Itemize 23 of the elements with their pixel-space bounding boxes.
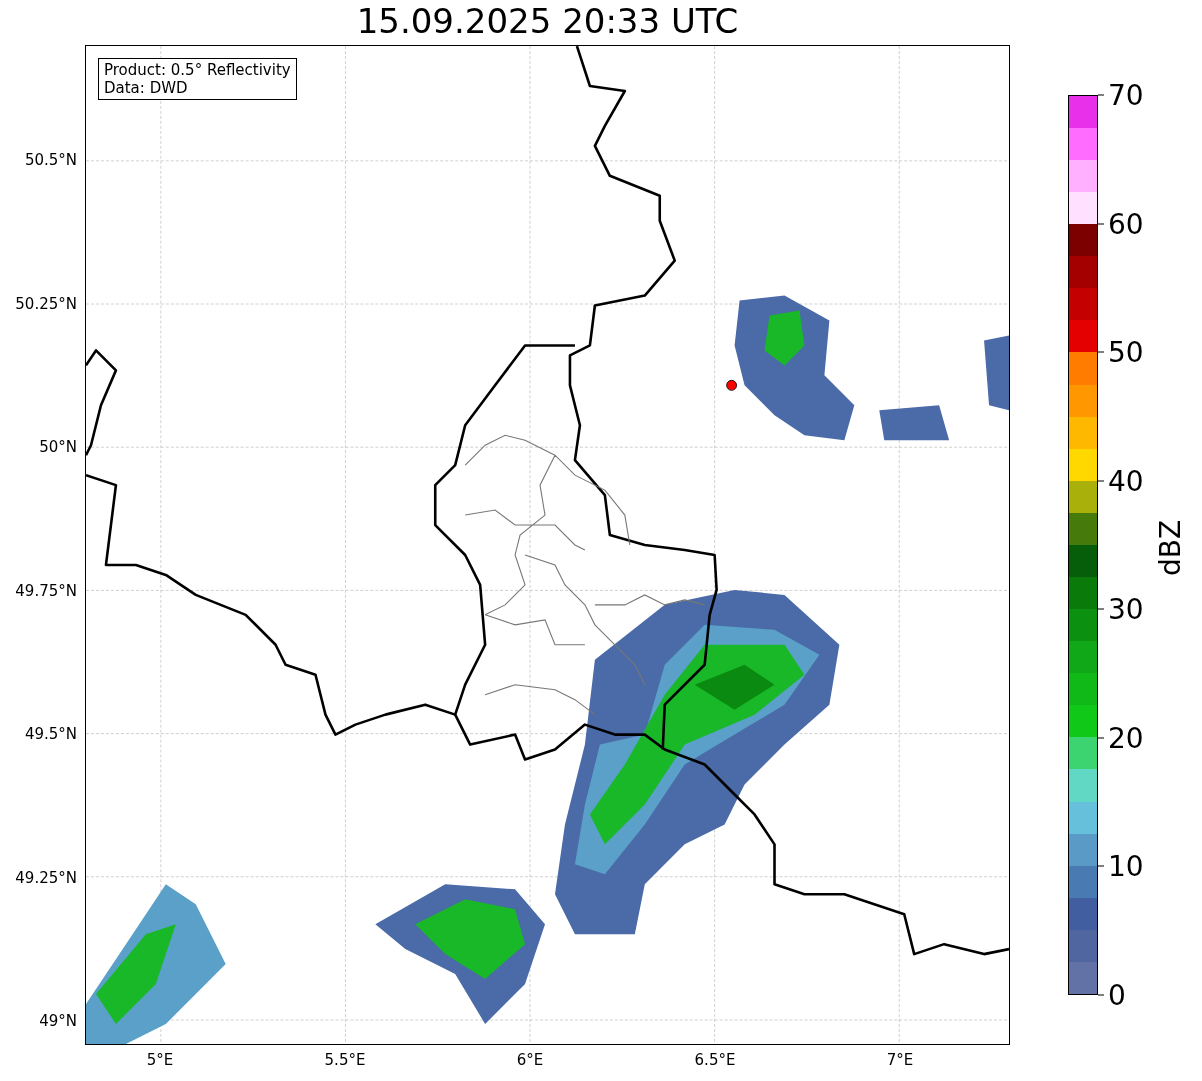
colorbar-tick-label: 20 [1098,721,1144,755]
colorbar-tick-label: 0 [1098,978,1126,1012]
longitude-label: 5°E [146,1051,174,1069]
latitude-label: 49.5°N [24,725,77,743]
latitude-label: 49.75°N [15,581,77,600]
colorbar-label: dBZ [1153,519,1187,577]
latitude-label: 50.25°N [15,294,77,313]
latitude-label: 50.5°N [24,151,77,169]
chart-title: 15.09.2025 20:33 UTC [356,1,739,41]
longitude-label: 5.5°E [324,1051,366,1069]
latitude-label: 49°N [39,1012,77,1030]
colorbar-tick-label: 30 [1098,592,1144,626]
longitude-label: 6.5°E [694,1051,736,1069]
longitude-label: 7°E [886,1051,914,1069]
longitude-label: 6°E [516,1051,544,1069]
latitude-label: 50°N [39,438,77,456]
colorbar-tick-label: 70 [1098,78,1144,112]
colorbar-tick-label: 10 [1098,849,1144,883]
colorbar-tick-label: 50 [1098,335,1144,369]
info-box: Product: 0.5° Reflectivity Data: DWD [98,58,297,100]
latitude-label: 49.25°N [15,868,77,887]
colorbar-tick-label: 60 [1098,207,1144,241]
colorbar-tick-label: 40 [1098,464,1144,498]
